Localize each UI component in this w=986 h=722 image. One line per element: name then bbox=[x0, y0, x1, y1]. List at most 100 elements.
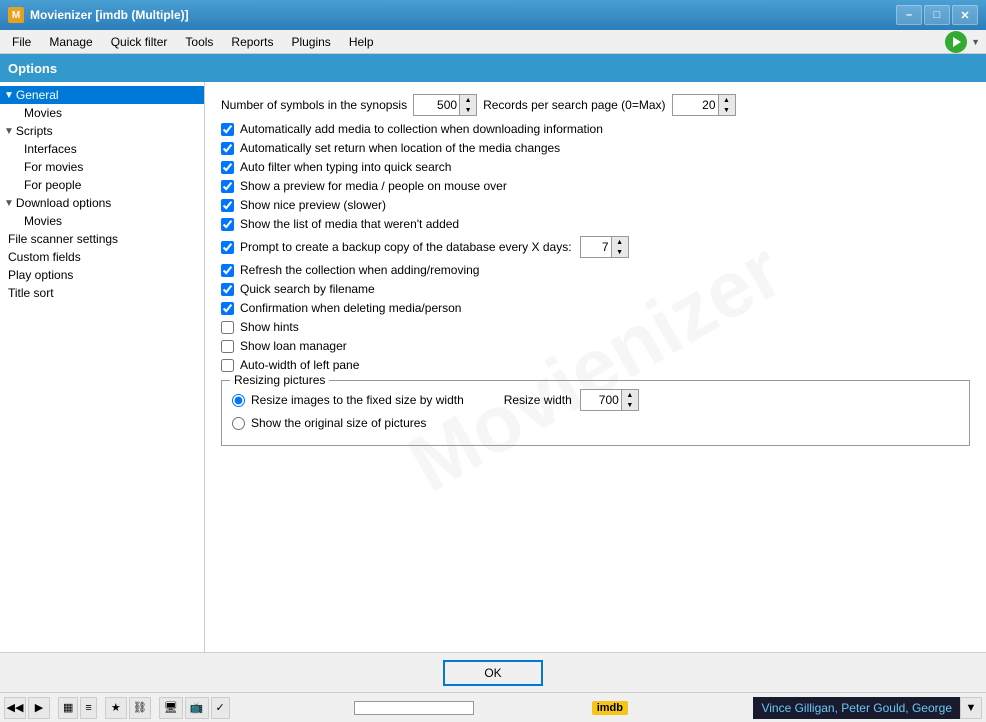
sidebar-item-interfaces[interactable]: Interfaces bbox=[0, 140, 204, 158]
checkbox-8[interactable] bbox=[221, 264, 234, 277]
ok-button[interactable]: OK bbox=[443, 660, 543, 686]
backup-down-btn[interactable]: ▼ bbox=[612, 247, 628, 257]
resize-width-label: Resize width bbox=[504, 393, 572, 407]
backup-up-btn[interactable]: ▲ bbox=[612, 237, 628, 247]
resizing-legend: Resizing pictures bbox=[230, 373, 329, 387]
records-up-btn[interactable]: ▲ bbox=[719, 95, 735, 105]
menu-tools[interactable]: Tools bbox=[177, 33, 221, 51]
radio-2[interactable] bbox=[232, 417, 245, 430]
sidebar-label-for-movies: For movies bbox=[24, 160, 83, 174]
expand-icon: ▼ bbox=[4, 90, 14, 101]
sidebar: ▼ General Movies ▼ Scripts Interfaces Fo… bbox=[0, 82, 205, 652]
sidebar-item-custom-fields[interactable]: Custom fields bbox=[0, 248, 204, 266]
sidebar-item-general[interactable]: ▼ General bbox=[0, 86, 204, 104]
sidebar-label-file-scanner: File scanner settings bbox=[8, 232, 118, 246]
menubar: File Manage Quick filter Tools Reports P… bbox=[0, 30, 986, 54]
play-button[interactable] bbox=[945, 31, 967, 53]
menu-help[interactable]: Help bbox=[341, 33, 382, 51]
maximize-button[interactable]: □ bbox=[924, 5, 950, 25]
sidebar-item-scripts[interactable]: ▼ Scripts bbox=[0, 122, 204, 140]
status-segment-check[interactable]: ✓ bbox=[211, 697, 230, 719]
resize-down-btn[interactable]: ▼ bbox=[622, 400, 638, 410]
dropdown-arrow-icon[interactable]: ▼ bbox=[969, 35, 982, 49]
checkbox-row-12: Show loan manager bbox=[221, 339, 970, 353]
checkbox-4[interactable] bbox=[221, 180, 234, 193]
status-icon-chain[interactable]: ⛓ bbox=[129, 697, 151, 719]
sidebar-item-file-scanner[interactable]: File scanner settings bbox=[0, 230, 204, 248]
resize-width-spinbox[interactable]: ▲▼ bbox=[580, 389, 639, 411]
menu-plugins[interactable]: Plugins bbox=[283, 33, 338, 51]
checkbox-12[interactable] bbox=[221, 340, 234, 353]
status-icon-star[interactable]: ★ bbox=[105, 697, 127, 719]
records-spinbox[interactable]: ▲ ▼ bbox=[672, 94, 736, 116]
status-segment-grid[interactable]: ▦ bbox=[58, 697, 78, 719]
checkbox-5[interactable] bbox=[221, 199, 234, 212]
content-area: Movienizer Number of symbols in the syno… bbox=[205, 82, 986, 652]
checkbox-row-5: Show nice preview (slower) bbox=[221, 198, 970, 212]
checkbox-label-5: Show nice preview (slower) bbox=[240, 198, 386, 212]
synopsis-label: Number of symbols in the synopsis bbox=[221, 98, 407, 112]
sidebar-item-play-options[interactable]: Play options bbox=[0, 266, 204, 284]
synopsis-down-btn[interactable]: ▼ bbox=[460, 105, 476, 115]
sidebar-item-title-sort[interactable]: Title sort bbox=[0, 284, 204, 302]
backup-days-input[interactable] bbox=[581, 237, 611, 257]
checkbox-7[interactable] bbox=[221, 241, 234, 254]
sidebar-label-scripts: Scripts bbox=[16, 124, 53, 138]
sidebar-label-for-people: For people bbox=[24, 178, 81, 192]
imdb-badge: imdb bbox=[592, 701, 628, 715]
resize-width-input[interactable] bbox=[581, 390, 621, 410]
radio-row-2: Show the original size of pictures bbox=[232, 416, 959, 430]
checkbox-label-9: Quick search by filename bbox=[240, 282, 375, 296]
checkbox-10[interactable] bbox=[221, 302, 234, 315]
checkbox-label-4: Show a preview for media / people on mou… bbox=[240, 179, 507, 193]
menu-manage[interactable]: Manage bbox=[41, 33, 100, 51]
checkbox-row-3: Auto filter when typing into quick searc… bbox=[221, 160, 970, 174]
close-button[interactable]: ✕ bbox=[952, 5, 978, 25]
app-icon: M bbox=[8, 7, 24, 23]
checkbox-row-6: Show the list of media that weren't adde… bbox=[221, 217, 970, 231]
progress-section bbox=[238, 701, 590, 715]
synopsis-spinbox[interactable]: ▲ ▼ bbox=[413, 94, 477, 116]
checkbox-row-7: Prompt to create a backup copy of the da… bbox=[221, 236, 970, 258]
checkbox-6[interactable] bbox=[221, 218, 234, 231]
progress-bar bbox=[354, 701, 474, 715]
checkbox-9[interactable] bbox=[221, 283, 234, 296]
checkbox-13[interactable] bbox=[221, 359, 234, 372]
expand-download-icon: ▼ bbox=[4, 198, 14, 209]
resize-up-btn[interactable]: ▲ bbox=[622, 390, 638, 400]
minimize-button[interactable]: – bbox=[896, 5, 922, 25]
sidebar-item-for-people[interactable]: For people bbox=[0, 176, 204, 194]
sidebar-item-movies-general[interactable]: Movies bbox=[0, 104, 204, 122]
checkbox-3[interactable] bbox=[221, 161, 234, 174]
status-icon-1[interactable]: ◀◀ bbox=[4, 697, 26, 719]
menu-file[interactable]: File bbox=[4, 33, 39, 51]
sidebar-label-play-options: Play options bbox=[8, 268, 73, 282]
synopsis-up-btn[interactable]: ▲ bbox=[460, 95, 476, 105]
sidebar-label-interfaces: Interfaces bbox=[24, 142, 77, 156]
menu-reports[interactable]: Reports bbox=[223, 33, 281, 51]
status-segment-monitor2[interactable]: 📺 bbox=[185, 697, 209, 719]
options-header: Options bbox=[0, 54, 986, 82]
sidebar-item-for-movies[interactable]: For movies bbox=[0, 158, 204, 176]
sidebar-item-movies-download[interactable]: Movies bbox=[0, 212, 204, 230]
sidebar-label-movies-general: Movies bbox=[24, 106, 62, 120]
radio-1[interactable] bbox=[232, 394, 245, 407]
status-segment-list[interactable]: ≡ bbox=[80, 697, 96, 719]
checkbox-label-10: Confirmation when deleting media/person bbox=[240, 301, 461, 315]
records-input[interactable] bbox=[673, 95, 718, 115]
scroll-down-icon[interactable]: ▼ bbox=[960, 697, 982, 719]
synopsis-input[interactable] bbox=[414, 95, 459, 115]
menu-quickfilter[interactable]: Quick filter bbox=[103, 33, 176, 51]
checkbox-11[interactable] bbox=[221, 321, 234, 334]
checkbox-row-10: Confirmation when deleting media/person bbox=[221, 301, 970, 315]
status-icon-2[interactable]: ▶ bbox=[28, 697, 50, 719]
sidebar-label-custom-fields: Custom fields bbox=[8, 250, 81, 264]
sidebar-item-download-options[interactable]: ▼ Download options bbox=[0, 194, 204, 212]
status-segment-monitor1[interactable]: 🖥 bbox=[159, 697, 183, 719]
records-down-btn[interactable]: ▼ bbox=[719, 105, 735, 115]
backup-days-spinbox[interactable]: ▲▼ bbox=[580, 236, 629, 258]
window-title: Movienizer [imdb (Multiple)] bbox=[30, 8, 896, 22]
checkbox-row-2: Automatically set return when location o… bbox=[221, 141, 970, 155]
checkbox-2[interactable] bbox=[221, 142, 234, 155]
checkbox-1[interactable] bbox=[221, 123, 234, 136]
